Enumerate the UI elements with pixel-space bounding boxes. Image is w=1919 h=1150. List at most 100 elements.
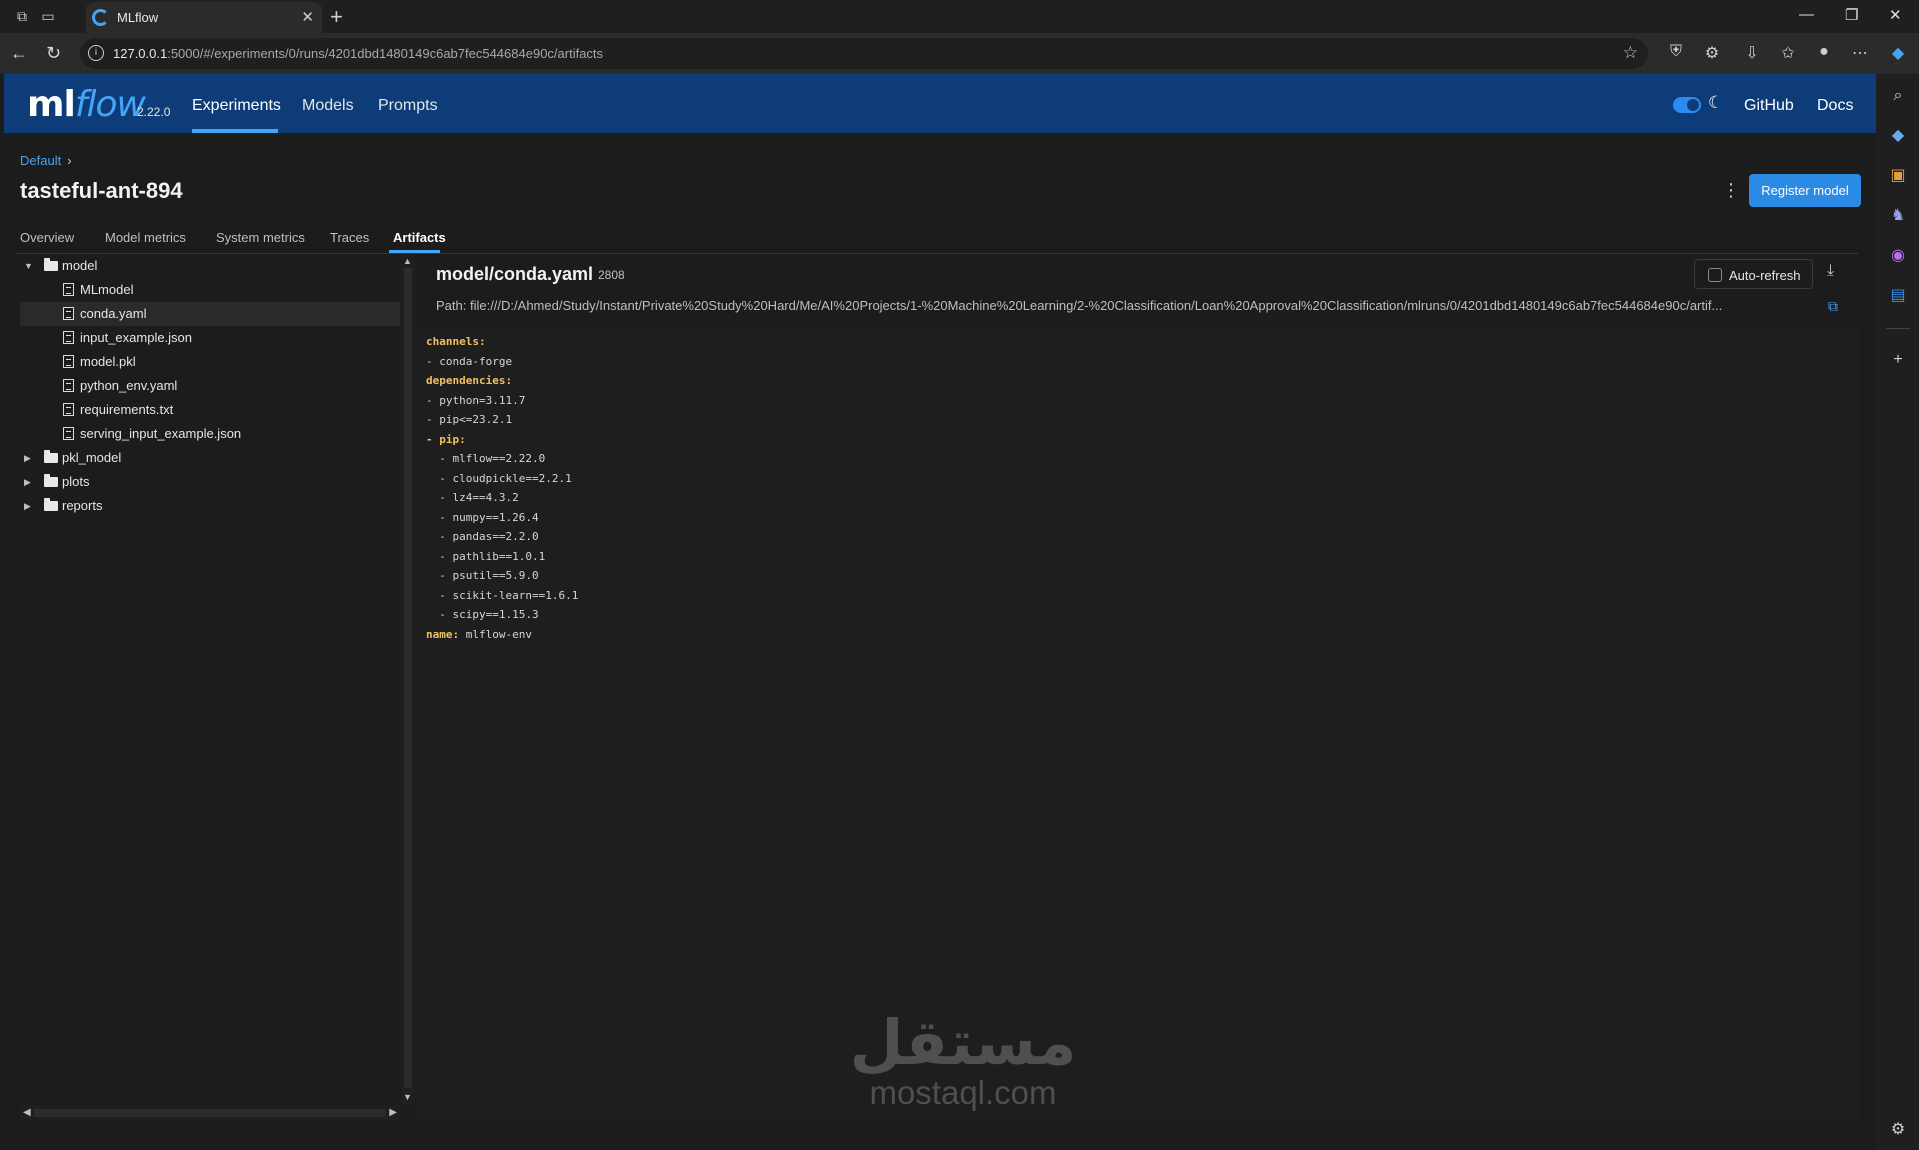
caret-down-icon[interactable]: ▼ (24, 254, 33, 278)
docs-link[interactable]: Docs (1817, 97, 1853, 115)
yaml-value: - conda-forge (426, 354, 513, 368)
code-line: - cloudpickle==2.2.1 (426, 469, 1851, 489)
browser-tab[interactable]: MLflow ✕ (86, 2, 322, 33)
folder-icon (44, 450, 58, 463)
code-line: name: mlflow-env (426, 625, 1851, 645)
profile-avatar[interactable]: ● (1814, 43, 1834, 61)
version-label: 2.22.0 (137, 105, 171, 119)
moon-icon: ☾ (1708, 93, 1724, 112)
search-icon[interactable]: ⌕ (1888, 86, 1908, 106)
tree-item-label: input_example.json (80, 330, 193, 345)
scrollbar-thumb[interactable] (34, 1109, 386, 1117)
tree-folder-model[interactable]: ▼ model (20, 254, 400, 278)
yaml-value: - scikit-learn==1.6.1 (426, 588, 579, 602)
mlflow-header: mlflow 2.22.0 Experiments Models Prompts… (4, 74, 1876, 133)
outlook-icon[interactable]: ▤ (1888, 286, 1908, 306)
tab-artifacts[interactable]: Artifacts (393, 230, 446, 245)
favorites-icon[interactable]: ✩ (1778, 43, 1798, 63)
restore-icon[interactable]: ❐ (1845, 6, 1858, 24)
code-line: - pip: (426, 430, 1851, 450)
url-field[interactable]: i 127.0.0.1:5000/#/experiments/0/runs/42… (80, 38, 1648, 69)
yaml-value: mlflow-env (459, 627, 532, 641)
close-tab-icon[interactable]: ✕ (301, 8, 314, 26)
tree-file-input-example[interactable]: input_example.json (20, 326, 400, 350)
scroll-up-icon[interactable]: ▲ (403, 256, 412, 266)
scroll-right-icon[interactable]: ▶ (389, 1107, 397, 1118)
site-info-icon[interactable]: i (88, 45, 104, 61)
dark-mode-toggle[interactable] (1673, 97, 1701, 113)
back-icon[interactable]: ← (10, 43, 28, 64)
url-text[interactable]: 127.0.0.1:5000/#/experiments/0/runs/4201… (113, 46, 603, 61)
tab-model-metrics[interactable]: Model metrics (105, 230, 186, 245)
breadcrumb-default[interactable]: Default (20, 153, 61, 168)
tree-folder-plots[interactable]: ▶ plots (20, 470, 400, 494)
scrollbar-thumb[interactable] (404, 268, 412, 1088)
tree-file-model-pkl[interactable]: model.pkl (20, 350, 400, 374)
tree-horizontal-scrollbar[interactable]: ◀ ▶ (20, 1106, 400, 1120)
new-tab-button[interactable]: + (330, 4, 343, 30)
tab-actions-icon[interactable]: ▭ (38, 6, 58, 26)
star-icon[interactable]: ☆ (1623, 43, 1638, 63)
auto-refresh-toggle[interactable]: Auto-refresh (1694, 259, 1813, 289)
tree-folder-pkl-model[interactable]: ▶ pkl_model (20, 446, 400, 470)
add-icon[interactable]: + (1888, 350, 1908, 370)
folder-icon (44, 498, 58, 511)
more-options-icon[interactable]: ⋮ (1722, 180, 1740, 201)
github-link[interactable]: GitHub (1744, 97, 1794, 115)
auto-refresh-checkbox[interactable] (1708, 268, 1722, 282)
scroll-left-icon[interactable]: ◀ (23, 1107, 31, 1118)
minimize-icon[interactable]: — (1799, 6, 1814, 23)
more-icon[interactable]: ⋯ (1850, 43, 1870, 63)
chess-icon[interactable]: ♞ (1888, 206, 1908, 226)
yaml-key: dependencies: (426, 374, 513, 387)
auto-refresh-label: Auto-refresh (1729, 268, 1801, 283)
close-window-icon[interactable]: ✕ (1889, 6, 1902, 24)
tab-system-metrics[interactable]: System metrics (216, 230, 305, 245)
tree-file-requirements[interactable]: requirements.txt (20, 398, 400, 422)
file-icon (63, 355, 74, 368)
tree-file-conda-yaml[interactable]: conda.yaml (20, 302, 400, 326)
shield-extension-icon[interactable]: ⛨ (1666, 43, 1686, 61)
yaml-key: channels: (426, 335, 486, 348)
tab-traces[interactable]: Traces (330, 230, 369, 245)
downloads-icon[interactable]: ⇩ (1742, 43, 1762, 63)
code-line: - pathlib==1.0.1 (426, 547, 1851, 567)
tree-file-mlmodel[interactable]: MLmodel (20, 278, 400, 302)
file-icon (63, 331, 74, 344)
watermark: مستقل mostaql.com (843, 1010, 1083, 1110)
toolbox-icon[interactable]: ▣ (1888, 166, 1908, 186)
yaml-value: - psutil==5.9.0 (426, 569, 539, 582)
copy-icon[interactable]: ⧉ (1828, 298, 1844, 314)
refresh-icon[interactable]: ↻ (46, 43, 61, 64)
copilot-icon[interactable]: ◉ (1888, 246, 1908, 266)
settings-icon[interactable]: ⚙ (1888, 1120, 1908, 1140)
artifact-viewer: model/conda.yaml 2808 Auto-refresh ⤓ Pat… (418, 254, 1859, 1120)
yaml-value: - lz4==4.3.2 (426, 491, 519, 504)
tab-overview[interactable]: Overview (20, 230, 74, 245)
scroll-down-icon[interactable]: ▼ (403, 1092, 412, 1102)
nav-experiments[interactable]: Experiments (192, 97, 281, 115)
workspaces-icon[interactable]: ⧉ (12, 6, 32, 26)
mlflow-logo[interactable]: mlflow (27, 84, 146, 125)
nav-models[interactable]: Models (302, 97, 354, 115)
register-model-button[interactable]: Register model (1749, 174, 1861, 207)
tree-file-serving-input[interactable]: serving_input_example.json (20, 422, 400, 446)
tree-file-python-env[interactable]: python_env.yaml (20, 374, 400, 398)
tree-vertical-scrollbar[interactable]: ▲ ▼ (401, 254, 415, 1104)
tree-item-label: python_env.yaml (80, 378, 178, 393)
page-title: tasteful-ant-894 (20, 178, 183, 203)
caret-right-icon[interactable]: ▶ (24, 494, 31, 518)
tree-folder-reports[interactable]: ▶ reports (20, 494, 400, 518)
nav-prompts[interactable]: Prompts (378, 97, 438, 115)
artifact-tree: ▼ model MLmodel conda.yaml input_example… (20, 254, 404, 1104)
caret-right-icon[interactable]: ▶ (24, 446, 31, 470)
viewer-header: model/conda.yaml 2808 Auto-refresh ⤓ Pat… (418, 254, 1859, 326)
code-line: - conda-forge (426, 352, 1851, 372)
artifact-title: model/conda.yaml (436, 264, 594, 284)
download-icon[interactable]: ⤓ (1827, 262, 1834, 280)
caret-right-icon[interactable]: ▶ (24, 470, 31, 494)
yaml-value: - python=3.11.7 (426, 393, 526, 407)
copilot-icon[interactable]: ◆ (1888, 43, 1908, 63)
tag-icon[interactable]: ◆ (1888, 126, 1908, 146)
extensions-icon[interactable]: ⚙ (1702, 43, 1722, 63)
